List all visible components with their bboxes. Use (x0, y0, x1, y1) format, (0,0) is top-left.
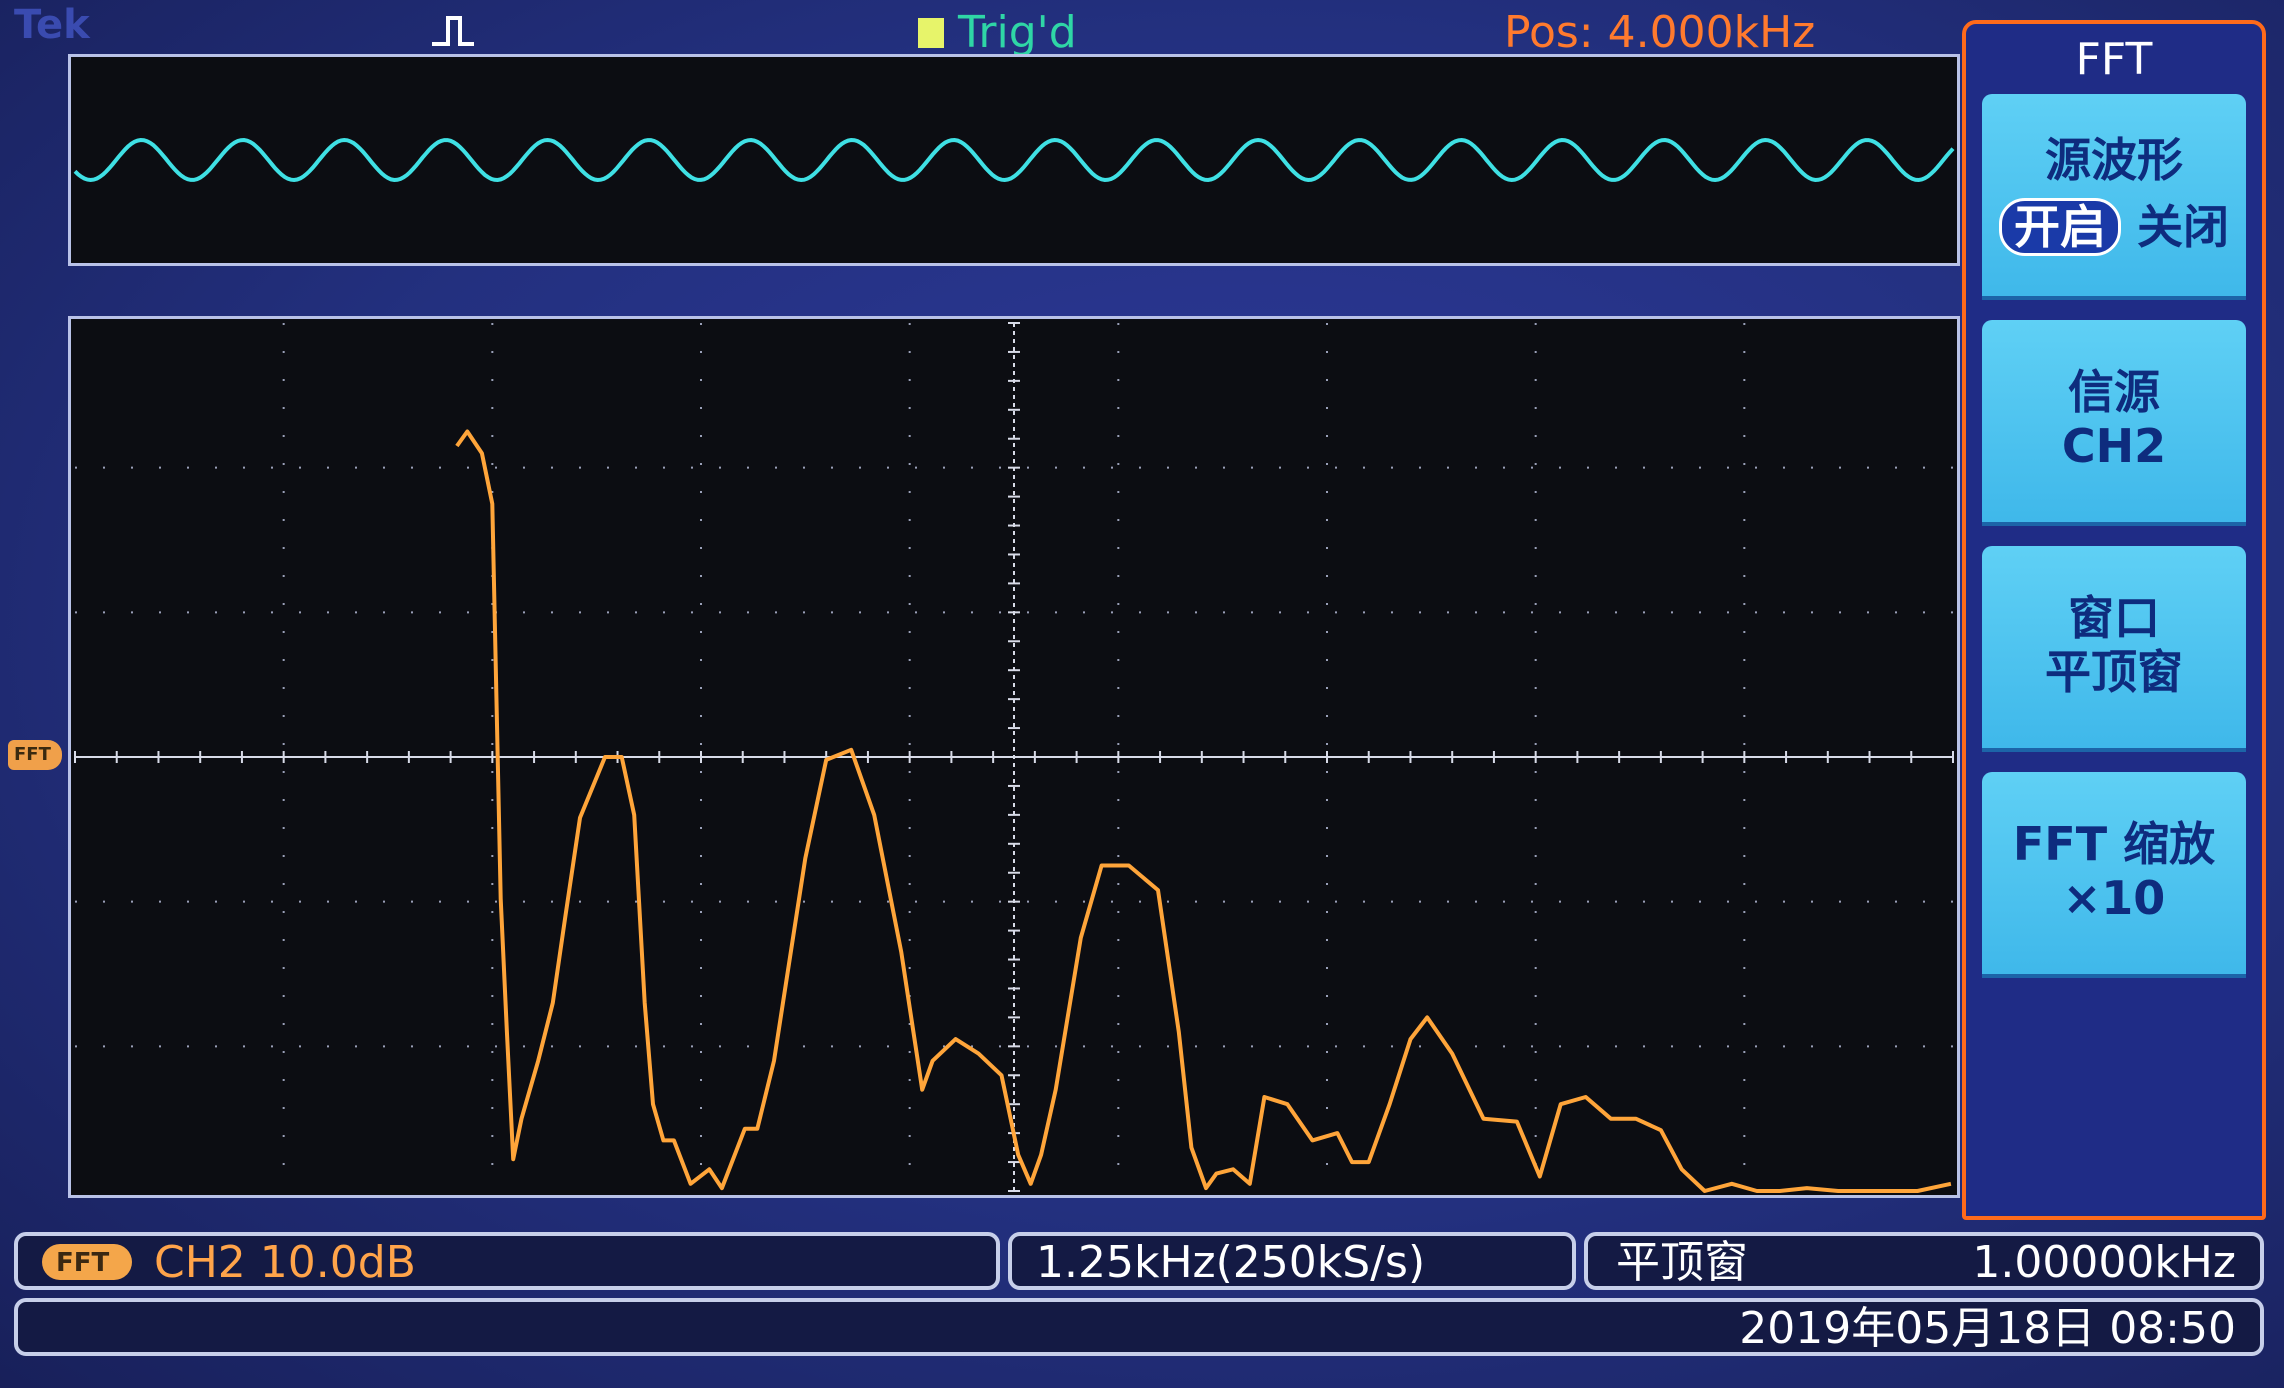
fft-spectrum-plot (74, 322, 1954, 1193)
fft-zoom-label: FFT 缩放 (2012, 817, 2216, 871)
trigger-status-indicator (918, 18, 944, 48)
source-waveform-trace (73, 137, 1955, 183)
fft-zoom-value: ×10 (2062, 871, 2166, 925)
menu-title: FFT (2075, 34, 2153, 85)
fft-zoom-button[interactable]: FFT 缩放 ×10 (1982, 772, 2246, 978)
window-readout: 平顶窗 (1616, 1237, 1748, 1288)
fft-trace-ch2 (455, 429, 1952, 1193)
source-channel-value: CH2 (2061, 419, 2167, 473)
source-waveform-plot (73, 137, 1955, 183)
timebase-readout: 1.25kHz(250kS/s) (1008, 1232, 1576, 1290)
top-status-bar: Tek Trig'd Pos: 4.000kHz (0, 0, 1960, 62)
option-on[interactable]: 开启 (1998, 198, 2121, 256)
source-waveform-button[interactable]: 源波形 开启 关闭 (1982, 94, 2246, 300)
fft-badge: FFT (42, 1244, 132, 1280)
horizontal-position: Pos: 4.000kHz (1504, 7, 1816, 58)
frequency-span: 1.25kHz(250kS/s) (1036, 1237, 1426, 1288)
source-waveform-label: 源波形 (2045, 133, 2183, 187)
trigger-edge-icon (432, 16, 474, 46)
fft-side-menu: FFT 源波形 开启 关闭 信源 CH2 窗口 平顶窗 FFT 缩放 ×10 (1962, 20, 2266, 1220)
option-off[interactable]: 关闭 (2137, 200, 2229, 254)
source-waveform-options: 开启 关闭 (1982, 198, 2246, 256)
frequency-readout: 1.00000kHz (1972, 1237, 2236, 1288)
window-type-value: 平顶窗 (2045, 645, 2183, 699)
brand-logo: Tek (14, 2, 90, 48)
fft-graticule-window (68, 316, 1960, 1198)
source-waveform-window (68, 54, 1960, 266)
fft-reference-marker: FFT (8, 740, 62, 770)
window-freq-readout: 平顶窗 1.00000kHz (1584, 1232, 2264, 1290)
trigger-status: Trig'd (958, 7, 1077, 58)
fft-badge-label: FFT (56, 1248, 110, 1278)
source-channel-button[interactable]: 信源 CH2 (1982, 320, 2246, 526)
source-channel-label: 信源 (2068, 365, 2160, 419)
channel-scale: CH2 10.0dB (154, 1237, 416, 1288)
date-time: 2019年05月18日 08:50 (1739, 1303, 2236, 1354)
oscilloscope-screen: Tek Trig'd Pos: 4.000kHz FFT FFT 源波形 开启 … (0, 0, 2284, 1388)
graticule (74, 322, 1954, 1192)
fft-marker-label: FFT (14, 744, 51, 765)
date-time-bar: 2019年05月18日 08:50 (14, 1298, 2264, 1356)
channel-scale-readout: FFT CH2 10.0dB (14, 1232, 1000, 1290)
window-type-button[interactable]: 窗口 平顶窗 (1982, 546, 2246, 752)
window-type-label: 窗口 (2068, 591, 2160, 645)
